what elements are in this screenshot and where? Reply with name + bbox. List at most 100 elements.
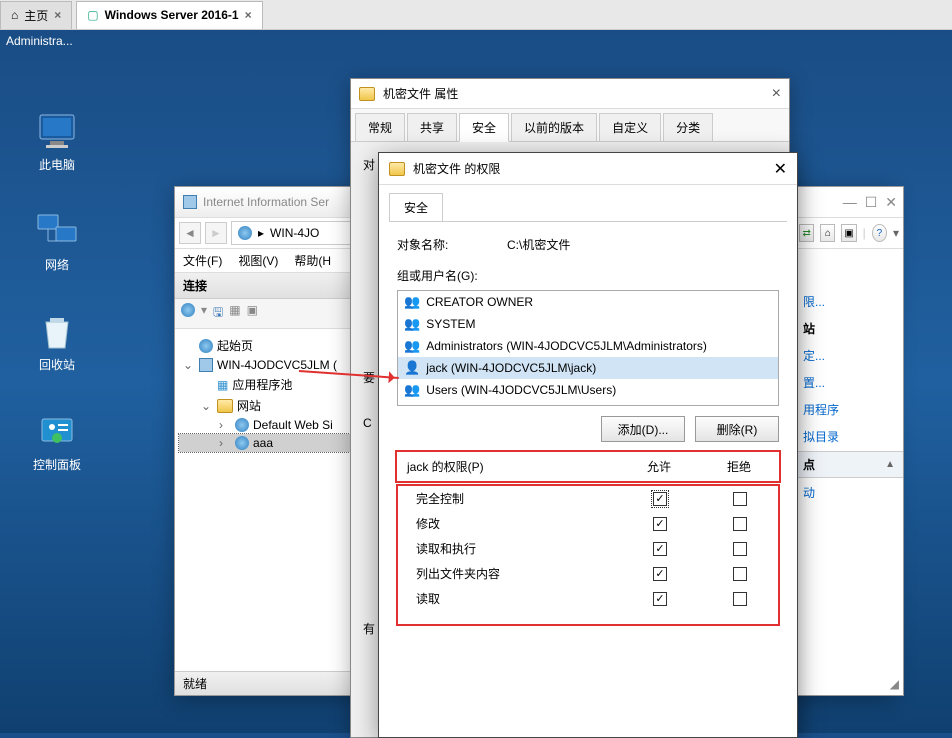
network-icon [36,210,78,252]
tab-home[interactable]: ⌂ 主页 × [0,1,72,29]
tab-security[interactable]: 安全 [389,193,443,221]
collapse-icon[interactable]: ▲ [885,459,895,470]
permission-row: 列出文件夹内容 [398,561,778,586]
user-list-item[interactable]: Administrators (WIN-4JODCVC5JLM\Administ… [398,335,778,357]
minimize-button[interactable]: — [843,194,857,210]
action-link[interactable]: 用程序 [803,401,895,418]
tree-site-aaa[interactable]: › aaa [179,434,370,452]
deny-checkbox[interactable] [733,567,747,581]
permissions-title-bar[interactable]: 机密文件 的权限 ✕ [379,153,797,185]
tree-label: 应用程序池 [232,376,292,393]
action-link[interactable]: 拟目录 [803,428,895,445]
action-link[interactable]: 限... [803,293,895,310]
user-name: CREATOR OWNER [426,295,533,309]
tab-customize[interactable]: 自定义 [599,113,661,141]
permissions-tabs: 安全 [379,185,797,221]
save-icon[interactable]: 🖫 [213,303,223,324]
user-list-item[interactable]: CREATOR OWNER [398,291,778,313]
home-icon[interactable]: ⌂ [820,224,835,242]
desktop-icon-control-panel[interactable]: 控制面板 [22,410,92,473]
permissions-header-highlight: jack 的权限(P) 允许 拒绝 [397,452,779,481]
breadcrumb-sep: ▸ [258,226,264,240]
deny-checkbox[interactable] [733,492,747,506]
back-button[interactable]: ◄ [179,222,201,244]
permission-label: 修改 [406,515,630,532]
forward-button[interactable]: ► [205,222,227,244]
address-text: WIN-4JO [270,226,319,240]
permissions-for-label: jack 的权限(P) [407,458,629,475]
tab-sharing[interactable]: 共享 [407,113,457,141]
monitor-icon: ▢ [87,8,98,22]
dropdown-icon[interactable]: ▾ [893,226,899,240]
tree-default-site[interactable]: ›Default Web Si [179,416,370,434]
status-text: 就绪 [183,675,207,692]
deny-checkbox[interactable] [733,592,747,606]
start-page-icon [199,339,213,353]
remove-button[interactable]: 删除(R) [695,416,779,442]
user-list-item[interactable]: jack (WIN-4JODCVC5JLM\jack) [398,357,778,379]
action-link[interactable]: 动 [803,484,895,501]
tab-general[interactable]: 常规 [355,113,405,141]
action-link[interactable]: 定... [803,347,895,364]
permissions-grid-body[interactable]: 完全控制修改读取和执行列出文件夹内容读取 [398,486,778,624]
allow-checkbox[interactable] [653,492,667,506]
menu-view[interactable]: 视图(V) [238,252,278,269]
maximize-button[interactable]: ☐ [865,194,878,211]
allow-checkbox[interactable] [653,592,667,606]
close-button[interactable]: × [772,85,781,103]
expand-icon[interactable]: ⌄ [183,358,195,372]
iis-title-text: Internet Information Ser [203,195,329,209]
expand-icon[interactable]: ⌄ [201,399,213,413]
user-list-item[interactable]: SYSTEM [398,313,778,335]
resize-grip-icon[interactable]: ◢ [890,677,899,691]
home-icon: ⌂ [11,8,18,22]
action-section-header[interactable]: 点 ▲ [795,451,903,478]
desktop-icon-network[interactable]: 网络 [22,210,92,273]
tree-icon[interactable]: ▦ [229,303,240,324]
stop-icon[interactable]: ▣ [841,224,856,242]
tree-label: 网站 [237,397,261,414]
tree-start-page[interactable]: 起始页 [179,335,370,356]
help-icon[interactable]: ? [872,224,887,242]
close-icon[interactable]: × [54,8,61,22]
connections-header: 连接 [175,273,374,299]
site-icon [235,436,249,450]
tree-sites[interactable]: ⌄ 网站 [179,395,370,416]
tree-app-pools[interactable]: ▦ 应用程序池 [179,374,370,395]
nav-icon[interactable]: ⇄ [799,224,814,242]
group-users-label: 组或用户名(G): [397,267,779,284]
tab-vm-label: Windows Server 2016-1 [105,8,239,22]
expand-icon[interactable]: › [219,418,231,432]
deny-checkbox[interactable] [733,542,747,556]
user-list-item[interactable]: Users (WIN-4JODCVC5JLM\Users) [398,379,778,401]
connect-icon[interactable] [181,303,195,317]
tab-classification[interactable]: 分类 [663,113,713,141]
tree-label: aaa [253,436,273,450]
allow-checkbox[interactable] [653,517,667,531]
action-section: 站 [803,320,895,337]
allow-checkbox[interactable] [653,542,667,556]
close-icon[interactable]: × [245,8,252,22]
tab-vm[interactable]: ▢ Windows Server 2016-1 × [76,1,262,29]
tab-security[interactable]: 安全 [459,113,509,142]
allow-checkbox[interactable] [653,567,667,581]
deny-checkbox[interactable] [733,517,747,531]
user-list[interactable]: CREATOR OWNER SYSTEM Administrators (WIN-4… [397,290,779,406]
properties-title-bar[interactable]: 机密文件 属性 × [351,79,789,109]
icon-label: 控制面板 [22,456,92,473]
stop-icon[interactable]: ▣ [247,303,258,324]
desktop-icon-recycle-bin[interactable]: 回收站 [22,310,92,373]
close-button[interactable]: ✕ [774,159,787,179]
action-link[interactable]: 置... [803,374,895,391]
tree-label: 起始页 [217,337,253,354]
add-button[interactable]: 添加(D)... [601,416,685,442]
close-button[interactable]: ✕ [885,194,897,211]
menu-help[interactable]: 帮助(H [294,252,331,269]
tree-server[interactable]: ⌄WIN-4JODCVC5JLM ( [179,356,370,374]
expand-icon[interactable]: › [219,436,231,450]
tab-previous-versions[interactable]: 以前的版本 [511,113,597,141]
menu-file[interactable]: 文件(F) [183,252,222,269]
desktop-icon-this-pc[interactable]: 此电脑 [22,110,92,173]
app-pool-icon: ▦ [217,378,228,392]
user-name: SYSTEM [426,317,475,331]
